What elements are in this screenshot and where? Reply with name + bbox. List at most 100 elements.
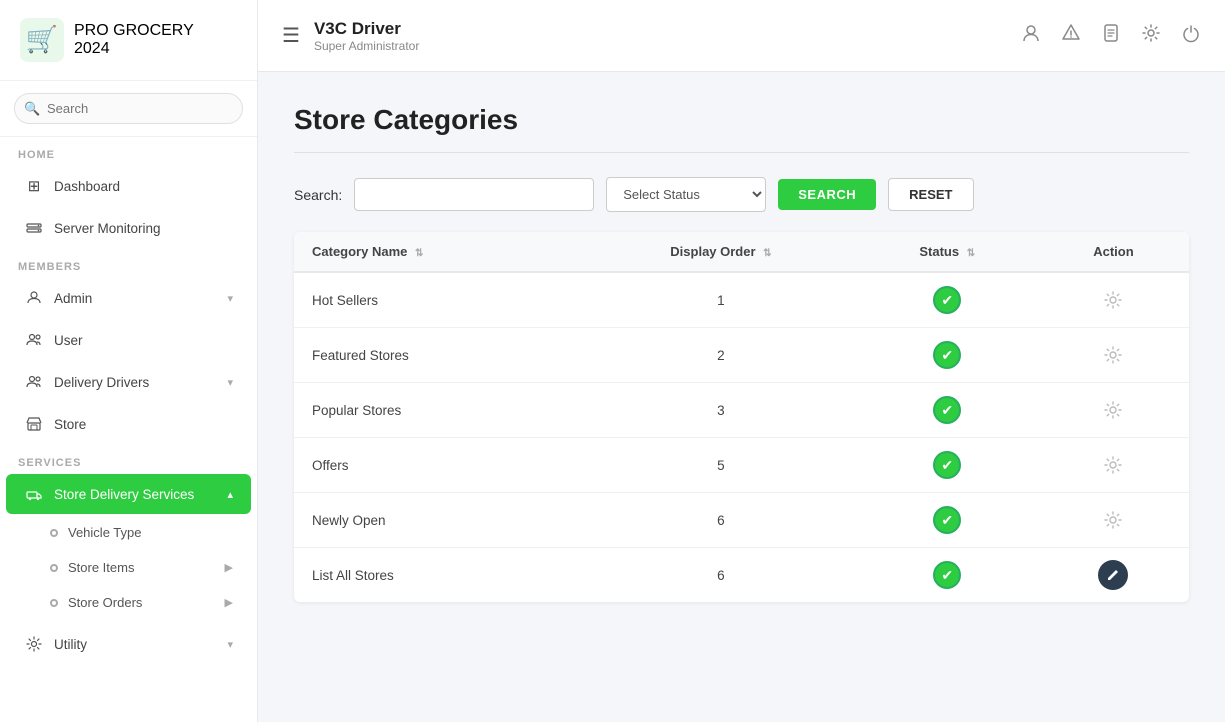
sidebar-item-store-items[interactable]: Store Items ▶ [6, 551, 251, 584]
table-row: Hot Sellers1✔ [294, 272, 1189, 328]
sidebar-item-user[interactable]: User [6, 320, 251, 360]
admin-icon [24, 288, 44, 308]
section-label-services: SERVICES [0, 445, 257, 473]
store-icon [24, 414, 44, 434]
table-row: Featured Stores2✔ [294, 328, 1189, 383]
status-check-icon: ✔ [933, 396, 961, 424]
sort-icon-status: ⇅ [967, 248, 975, 259]
sidebar-logo: 🛒 PRO GROCERY 2024 [0, 0, 257, 81]
gear-action-button[interactable] [1098, 450, 1128, 480]
cell-status: ✔ [857, 493, 1038, 548]
cell-action [1038, 548, 1189, 603]
section-label-members: MEMBERS [0, 249, 257, 277]
logo-grocery: GROCERY [113, 22, 194, 39]
main-area: ☰ V3C Driver Super Administrator [258, 0, 1225, 722]
cell-display-order: 6 [585, 548, 856, 603]
gear-action-button[interactable] [1098, 395, 1128, 425]
sidebar-label-server-monitoring: Server Monitoring [54, 221, 233, 236]
cell-status: ✔ [857, 272, 1038, 328]
logo-year: 2024 [74, 40, 110, 57]
status-check-icon: ✔ [933, 451, 961, 479]
status-check-icon: ✔ [933, 341, 961, 369]
sidebar-item-delivery-drivers[interactable]: Delivery Drivers ▾ [6, 362, 251, 402]
categories-table: Category Name ⇅ Display Order ⇅ Status ⇅ [294, 232, 1189, 602]
user-group-icon [24, 330, 44, 350]
table-row: Offers5 ✔ [294, 438, 1189, 493]
admin-chevron: ▾ [227, 292, 233, 305]
settings-icon[interactable] [1141, 23, 1161, 48]
search-icon: 🔍 [24, 101, 40, 117]
cell-action [1038, 493, 1189, 548]
cell-display-order: 2 [585, 328, 856, 383]
logo-icon: 🛒 [18, 16, 66, 64]
reset-button[interactable]: RESET [888, 178, 973, 211]
header-title: V3C Driver [314, 19, 419, 39]
sidebar-item-admin[interactable]: Admin ▾ [6, 278, 251, 318]
logo-pro: PRO [74, 22, 109, 39]
categories-table-wrap: Category Name ⇅ Display Order ⇅ Status ⇅ [294, 232, 1189, 602]
utility-chevron: ▾ [227, 638, 233, 651]
sidebar-item-vehicle-type[interactable]: Vehicle Type [6, 516, 251, 549]
header-left: ☰ V3C Driver Super Administrator [282, 19, 419, 53]
main-content: Store Categories Search: Select Status A… [258, 72, 1225, 722]
page-title: Store Categories [294, 104, 1189, 136]
table-row: Popular Stores3✔ [294, 383, 1189, 438]
filter-bar: Search: Select Status Active Inactive SE… [294, 177, 1189, 212]
server-monitoring-icon [24, 218, 44, 238]
edit-action-button[interactable] [1098, 560, 1128, 590]
sidebar-search-container: 🔍 [0, 81, 257, 137]
page-divider [294, 152, 1189, 153]
sidebar-item-store[interactable]: Store [6, 404, 251, 444]
cell-category-name: List All Stores [294, 548, 585, 603]
store-delivery-chevron: ▴ [227, 488, 233, 501]
col-display-order[interactable]: Display Order ⇅ [585, 232, 856, 272]
table-body: Hot Sellers1✔Featured Stores2✔Popular St… [294, 272, 1189, 602]
document-icon[interactable] [1101, 23, 1121, 48]
power-icon[interactable] [1181, 23, 1201, 48]
cell-action [1038, 328, 1189, 383]
cell-category-name: Newly Open [294, 493, 585, 548]
sidebar-search-input[interactable] [14, 93, 243, 124]
logo-text: PRO GROCERY 2024 [74, 22, 194, 58]
store-items-dot [50, 564, 58, 572]
store-items-chevron: ▶ [225, 561, 233, 574]
cell-status: ✔ [857, 438, 1038, 493]
sidebar-item-store-delivery-services[interactable]: Store Delivery Services ▴ [6, 474, 251, 514]
svg-text:🛒: 🛒 [26, 24, 58, 54]
sidebar-label-dashboard: Dashboard [54, 179, 233, 194]
table-row: Newly Open6✔ [294, 493, 1189, 548]
cell-display-order: 5 [585, 438, 856, 493]
cell-category-name: Hot Sellers [294, 272, 585, 328]
alert-icon[interactable] [1061, 23, 1081, 48]
sidebar-item-store-orders[interactable]: Store Orders ▶ [6, 586, 251, 619]
cell-category-name: Offers [294, 438, 585, 493]
gear-action-button[interactable] [1098, 505, 1128, 535]
vehicle-type-dot [50, 529, 58, 537]
hamburger-menu[interactable]: ☰ [282, 23, 300, 48]
status-select[interactable]: Select Status Active Inactive [606, 177, 766, 212]
cell-status: ✔ [857, 548, 1038, 603]
header-subtitle: Super Administrator [314, 39, 419, 53]
gear-action-button[interactable] [1098, 340, 1128, 370]
user-icon[interactable] [1021, 23, 1041, 48]
store-orders-dot [50, 599, 58, 607]
sidebar-label-utility: Utility [54, 637, 227, 652]
sidebar-label-store-orders: Store Orders [68, 595, 225, 610]
sidebar-item-utility[interactable]: Utility ▾ [6, 624, 251, 664]
header-right [1021, 23, 1201, 48]
sidebar-item-server-monitoring[interactable]: Server Monitoring [6, 208, 251, 248]
search-label: Search: [294, 187, 342, 203]
cell-status: ✔ [857, 328, 1038, 383]
search-button[interactable]: SEARCH [778, 179, 876, 210]
category-search-input[interactable] [354, 178, 594, 211]
sidebar-label-store-delivery-services: Store Delivery Services [54, 487, 227, 502]
col-category-name[interactable]: Category Name ⇅ [294, 232, 585, 272]
sidebar-label-store-items: Store Items [68, 560, 225, 575]
gear-action-button[interactable] [1098, 285, 1128, 315]
sidebar-item-dashboard[interactable]: ⊞ Dashboard [6, 166, 251, 206]
col-status[interactable]: Status ⇅ [857, 232, 1038, 272]
section-label-home: HOME [0, 137, 257, 165]
cell-display-order: 1 [585, 272, 856, 328]
header-title-block: V3C Driver Super Administrator [314, 19, 419, 53]
utility-icon [24, 634, 44, 654]
